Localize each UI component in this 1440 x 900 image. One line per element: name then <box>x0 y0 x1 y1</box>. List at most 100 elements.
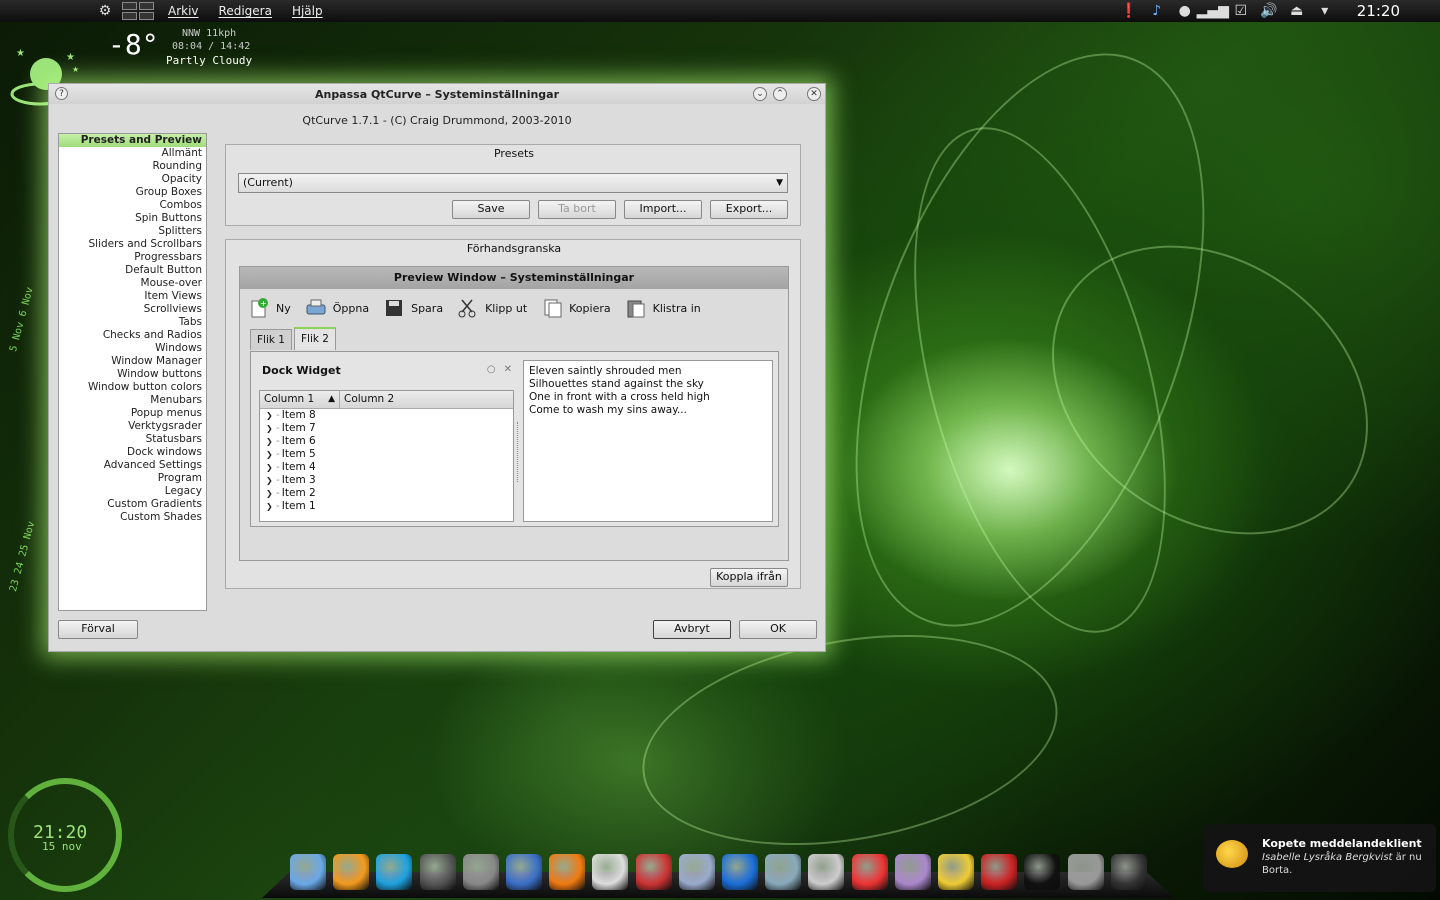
kde-menu-icon[interactable]: ⚙ <box>94 0 116 22</box>
settings-page-item[interactable]: Scrollviews <box>59 303 206 316</box>
screenshot-icon[interactable] <box>678 854 715 890</box>
splitter-handle[interactable] <box>517 422 520 482</box>
aperture-icon[interactable] <box>462 854 499 890</box>
settings-page-item[interactable]: Tabs <box>59 316 206 329</box>
terminal-icon[interactable] <box>1024 854 1061 890</box>
tree-row[interactable]: ❯ - Item 6 <box>260 435 513 448</box>
toolbar-save-button[interactable]: Spara <box>383 298 443 318</box>
expand-arrow-icon[interactable]: ❯ <box>266 448 276 461</box>
pager-desktop[interactable] <box>122 2 137 10</box>
delete-preset-button[interactable]: Ta bort <box>538 200 616 219</box>
settings-page-list[interactable]: Presets and Preview Allmänt Rounding Opacit… <box>58 133 207 611</box>
expand-arrow-icon[interactable]: ❯ <box>266 487 276 500</box>
float-icon[interactable]: ○ <box>487 364 496 375</box>
window-titlebar[interactable]: ? Anpassa QtCurve – Systeminställningar … <box>49 84 825 104</box>
close-icon[interactable]: ✕ <box>504 364 512 375</box>
expand-arrow-icon[interactable]: ❯ <box>266 409 276 422</box>
chevron-down-icon[interactable]: ▾ <box>1315 2 1335 20</box>
pager-desktop[interactable] <box>139 2 154 10</box>
volume-icon[interactable]: 🔊 <box>1259 2 1279 20</box>
minimize-button[interactable]: ⌄ <box>753 87 767 101</box>
export-preset-button[interactable]: Export... <box>710 200 788 219</box>
music-note-icon[interactable]: ♪ <box>1147 2 1167 20</box>
toolbar-cut-button[interactable]: Klipp ut <box>457 298 527 318</box>
cancel-button[interactable]: Avbryt <box>653 620 731 639</box>
menu-redigera[interactable]: Redigera <box>219 4 272 18</box>
tree-row[interactable]: ❯ - Item 7 <box>260 422 513 435</box>
settings-page-item[interactable]: Presets and Preview <box>59 134 206 147</box>
office-icon[interactable] <box>549 854 586 890</box>
column-2-header[interactable]: Column 2 <box>340 391 513 408</box>
music-player-icon[interactable] <box>419 854 456 890</box>
settings-page-item[interactable]: Item Views <box>59 290 206 303</box>
settings-page-item[interactable]: Group Boxes <box>59 186 206 199</box>
settings-page-item[interactable]: Verktygsrader <box>59 420 206 433</box>
defaults-button[interactable]: Förval <box>58 620 138 639</box>
settings-page-item[interactable]: Spin Buttons <box>59 212 206 225</box>
firefox-icon[interactable] <box>333 854 370 890</box>
detach-button[interactable]: Koppla ifrån <box>710 568 788 587</box>
settings-page-item[interactable]: Progressbars <box>59 251 206 264</box>
ok-button[interactable]: OK <box>739 620 817 639</box>
tools-icon[interactable] <box>1067 854 1104 890</box>
settings-page-item[interactable]: Allmänt <box>59 147 206 160</box>
gp-icon[interactable] <box>722 854 758 890</box>
eject-icon[interactable]: ⏏ <box>1287 2 1307 20</box>
text-edit[interactable]: Eleven saintly shrouded men Silhouettes … <box>523 360 773 522</box>
disc-burner-icon[interactable] <box>808 854 845 890</box>
alert-icon[interactable]: ❗ <box>1119 2 1139 20</box>
toolbar-paste-button[interactable]: Klistra in <box>625 298 701 318</box>
skype-icon[interactable] <box>376 854 413 890</box>
dots-icon[interactable] <box>894 854 931 890</box>
expand-arrow-icon[interactable]: ❯ <box>266 500 276 513</box>
settings-page-item[interactable]: Legacy <box>59 485 206 498</box>
settings-page-item[interactable]: Splitters <box>59 225 206 238</box>
desktop-pager[interactable] <box>122 2 156 20</box>
settings-page-item[interactable]: Rounding <box>59 160 206 173</box>
image-viewer-icon[interactable] <box>765 854 802 890</box>
tree-row[interactable]: ❯ - Item 1 <box>260 500 513 513</box>
settings-page-item[interactable]: Windows <box>59 342 206 355</box>
panel-clock[interactable]: 21:20 <box>1357 2 1400 20</box>
column-1-header[interactable]: Column 1 ▲ <box>260 391 340 408</box>
toolbar-new-button[interactable]: + Ny <box>248 298 291 318</box>
settings-page-item[interactable]: Default Button <box>59 264 206 277</box>
tree-row[interactable]: ❯ - Item 8 <box>260 409 513 422</box>
settings-page-item[interactable]: Popup menus <box>59 407 206 420</box>
toolbar-open-button[interactable]: Öppna <box>305 298 369 318</box>
settings-page-item[interactable]: Custom Shades <box>59 511 206 524</box>
snes-emulator-icon[interactable] <box>851 854 888 890</box>
webcam-icon[interactable] <box>290 854 326 890</box>
maximize-button[interactable]: ⌃ <box>773 87 787 101</box>
preset-combo[interactable]: (Current) ▼ <box>238 173 788 193</box>
game-icon[interactable] <box>938 854 974 890</box>
settings-page-item[interactable]: Mouse-over <box>59 277 206 290</box>
expand-arrow-icon[interactable]: ❯ <box>266 461 276 474</box>
settings-page-item[interactable]: Window Manager <box>59 355 206 368</box>
chat-bubble-icon[interactable]: ● <box>1175 2 1195 20</box>
checkbox-icon[interactable]: ☑ <box>1231 2 1251 20</box>
settings-page-item[interactable]: Opacity <box>59 173 206 186</box>
pager-desktop[interactable] <box>122 12 137 20</box>
pdf-viewer-icon[interactable] <box>635 854 672 890</box>
expand-arrow-icon[interactable]: ❯ <box>266 474 276 487</box>
gmail-icon[interactable] <box>981 854 1018 890</box>
menu-arkiv[interactable]: Arkiv <box>168 4 199 18</box>
document-icon[interactable] <box>592 854 629 890</box>
tree-row[interactable]: ❯ - Item 3 <box>260 474 513 487</box>
tree-row[interactable]: ❯ - Item 4 <box>260 461 513 474</box>
kopete-notification[interactable]: Kopete meddelandeklient Isabelle Lysråka… <box>1204 824 1436 892</box>
browser-globe-icon[interactable] <box>506 854 542 890</box>
settings-page-item[interactable]: Checks and Radios <box>59 329 206 342</box>
settings-page-item[interactable]: Menubars <box>59 394 206 407</box>
tree-row[interactable]: ❯ - Item 5 <box>260 448 513 461</box>
save-preset-button[interactable]: Save <box>452 200 530 219</box>
expand-arrow-icon[interactable]: ❯ <box>266 435 276 448</box>
tab-flik-2[interactable]: Flik 2 <box>293 327 336 350</box>
import-preset-button[interactable]: Import... <box>624 200 702 219</box>
menu-hjalp[interactable]: Hjälp <box>292 4 323 18</box>
tab-flik-1[interactable]: Flik 1 <box>250 329 292 350</box>
expand-arrow-icon[interactable]: ❯ <box>266 422 276 435</box>
settings-page-item[interactable]: Program <box>59 472 206 485</box>
settings-page-item[interactable]: Combos <box>59 199 206 212</box>
